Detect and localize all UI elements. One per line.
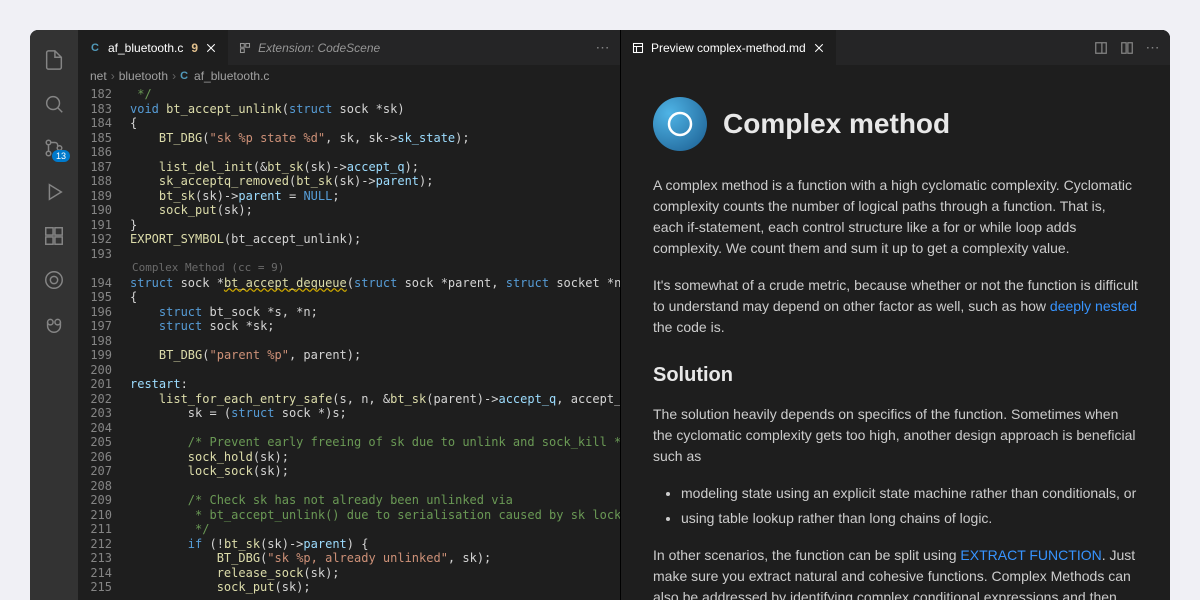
- code-line[interactable]: BT_DBG("parent %p", parent);: [130, 348, 620, 363]
- code-line[interactable]: {: [130, 116, 620, 131]
- code-line[interactable]: sock_put(sk);: [130, 203, 620, 218]
- code-line[interactable]: BT_DBG("sk %p state %d", sk, sk->sk_stat…: [130, 131, 620, 146]
- code-line[interactable]: [130, 421, 620, 436]
- tab-extension-codescene[interactable]: Extension: CodeScene: [228, 30, 390, 65]
- deeply-nested-link[interactable]: deeply nested: [1050, 298, 1137, 314]
- code-line[interactable]: [130, 479, 620, 494]
- doc-header: Complex method: [653, 97, 1138, 151]
- copilot-icon[interactable]: [30, 304, 78, 344]
- code-line[interactable]: sock_put(sk);: [130, 580, 620, 595]
- code-line[interactable]: if (!bt_sk(sk)->parent) {: [130, 537, 620, 552]
- list-item: modeling state using an explicit state m…: [681, 483, 1138, 504]
- code-line[interactable]: [130, 363, 620, 378]
- doc-paragraph: It's somewhat of a crude metric, because…: [653, 275, 1138, 338]
- line-number-gutter: 1821831841851861871881891901911921931941…: [78, 87, 130, 600]
- more-icon[interactable]: ⋯: [594, 39, 612, 57]
- chevron-right-icon: ›: [172, 69, 176, 83]
- code-line[interactable]: bt_sk(sk)->parent = NULL;: [130, 189, 620, 204]
- search-icon[interactable]: [30, 84, 78, 124]
- doc-title: Complex method: [723, 103, 950, 145]
- code-line[interactable]: BT_DBG("sk %p, already unlinked", sk);: [130, 551, 620, 566]
- tab-dirty-marker: 9: [191, 41, 198, 55]
- code-line[interactable]: void bt_accept_unlink(struct sock *sk): [130, 102, 620, 117]
- split-icon[interactable]: [1118, 39, 1136, 57]
- code-line[interactable]: list_del_init(&bt_sk(sk)->accept_q);: [130, 160, 620, 175]
- breadcrumbs[interactable]: net › bluetooth › C af_bluetooth.c: [78, 65, 620, 87]
- tab-af-bluetooth[interactable]: C af_bluetooth.c 9: [78, 30, 228, 65]
- doc-list: modeling state using an explicit state m…: [653, 483, 1138, 529]
- tab-preview[interactable]: Preview complex-method.md: [621, 30, 836, 65]
- editor-tab-actions: ⋯: [586, 39, 620, 57]
- code-line[interactable]: /* Prevent early freeing of sk due to un…: [130, 435, 620, 450]
- list-item: using table lookup rather than long chai…: [681, 508, 1138, 529]
- doc-paragraph: A complex method is a function with a hi…: [653, 175, 1138, 259]
- file-c-icon: C: [180, 70, 188, 82]
- editor-group: C af_bluetooth.c 9 Extension: CodeScene …: [78, 30, 620, 600]
- extract-function-link[interactable]: EXTRACT FUNCTION: [960, 547, 1101, 563]
- preview-tabs: Preview complex-method.md ⋯: [621, 30, 1170, 65]
- doc-paragraph: In other scenarios, the function can be …: [653, 545, 1138, 600]
- code-line[interactable]: [130, 145, 620, 160]
- code-line[interactable]: lock_sock(sk);: [130, 464, 620, 479]
- tab-label: Extension: CodeScene: [258, 41, 380, 55]
- code-line[interactable]: release_sock(sk);: [130, 566, 620, 581]
- extensions-icon[interactable]: [30, 216, 78, 256]
- code-line[interactable]: restart:: [130, 377, 620, 392]
- source-control-icon[interactable]: 13: [30, 128, 78, 168]
- more-icon[interactable]: ⋯: [1144, 39, 1162, 57]
- preview-tab-actions: ⋯: [1084, 39, 1170, 57]
- code-line[interactable]: [130, 247, 620, 262]
- extension-icon: [238, 41, 252, 55]
- open-side-icon[interactable]: [1092, 39, 1110, 57]
- close-icon[interactable]: [812, 41, 826, 55]
- code-lens-hint[interactable]: Complex Method (cc = 9): [130, 261, 620, 276]
- run-debug-icon[interactable]: [30, 172, 78, 212]
- code-line[interactable]: list_for_each_entry_safe(s, n, &bt_sk(pa…: [130, 392, 620, 407]
- codescene-icon[interactable]: [30, 260, 78, 300]
- doc-paragraph: The solution heavily depends on specific…: [653, 404, 1138, 467]
- markdown-preview: Complex method A complex method is a fun…: [621, 65, 1170, 600]
- code-line[interactable]: */: [130, 87, 620, 102]
- tab-label: af_bluetooth.c: [108, 41, 183, 55]
- codescene-logo-icon: [653, 97, 707, 151]
- code-line[interactable]: sk = (struct sock *)s;: [130, 406, 620, 421]
- code-line[interactable]: struct bt_sock *s, *n;: [130, 305, 620, 320]
- code-line[interactable]: [130, 334, 620, 349]
- code-editor[interactable]: 1821831841851861871881891901911921931941…: [78, 87, 620, 600]
- preview-panel: Preview complex-method.md ⋯: [620, 30, 1170, 600]
- code-line[interactable]: /* Check sk has not already been unlinke…: [130, 493, 620, 508]
- chevron-right-icon: ›: [111, 69, 115, 83]
- code-line[interactable]: EXPORT_SYMBOL(bt_accept_unlink);: [130, 232, 620, 247]
- activity-bar: 13: [30, 30, 78, 600]
- tab-label: Preview complex-method.md: [651, 41, 806, 55]
- breadcrumb-item[interactable]: bluetooth: [119, 69, 168, 83]
- code-line[interactable]: */: [130, 522, 620, 537]
- breadcrumb-item[interactable]: af_bluetooth.c: [194, 69, 269, 83]
- file-c-icon: C: [88, 41, 102, 55]
- files-icon[interactable]: [30, 40, 78, 80]
- doc-heading: Solution: [653, 360, 1138, 390]
- app-window: 13 C af_bluetooth.c 9: [30, 30, 1170, 600]
- code-line[interactable]: }: [130, 218, 620, 233]
- preview-icon: [631, 41, 645, 55]
- code-line[interactable]: {: [130, 290, 620, 305]
- code-line[interactable]: * bt_accept_unlink() due to serialisatio…: [130, 508, 620, 523]
- editor-tabs: C af_bluetooth.c 9 Extension: CodeScene …: [78, 30, 620, 65]
- breadcrumb-item[interactable]: net: [90, 69, 107, 83]
- code-line[interactable]: struct sock *sk;: [130, 319, 620, 334]
- scm-badge: 13: [52, 150, 70, 162]
- code-line[interactable]: sock_hold(sk);: [130, 450, 620, 465]
- code-line[interactable]: sk_acceptq_removed(bt_sk(sk)->parent);: [130, 174, 620, 189]
- code-content[interactable]: */void bt_accept_unlink(struct sock *sk)…: [130, 87, 620, 600]
- code-line[interactable]: struct sock *bt_accept_dequeue(struct so…: [130, 276, 620, 291]
- close-icon[interactable]: [204, 41, 218, 55]
